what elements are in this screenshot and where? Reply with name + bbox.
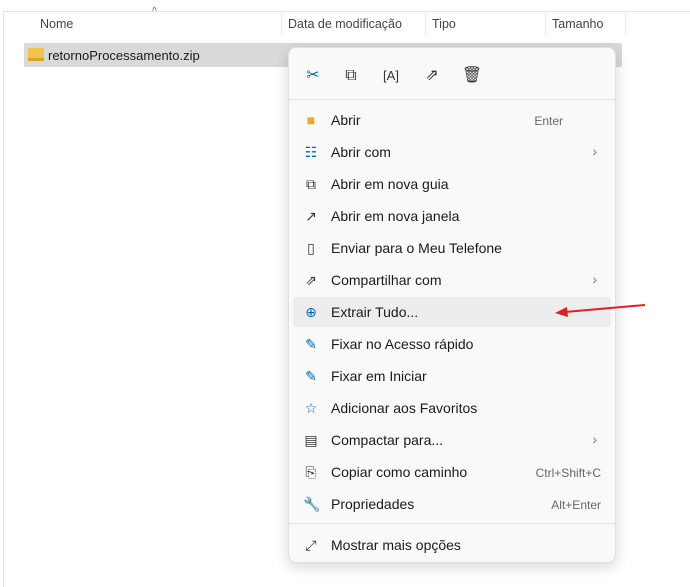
- menu-item-label: Abrir em nova guia: [331, 176, 449, 192]
- share-icon[interactable]: ⇗: [420, 64, 444, 88]
- column-header-size[interactable]: Tamanho: [546, 12, 626, 37]
- more-options-icon: ⤢: [305, 537, 317, 553]
- menu-item-nova-janela[interactable]: ↗ Abrir em nova janela: [293, 201, 611, 231]
- shortcut-label: Alt+Enter: [551, 498, 601, 512]
- cut-icon[interactable]: ✂: [301, 64, 325, 88]
- column-header-name[interactable]: Nome: [34, 12, 282, 37]
- red-arrow-annotation: [555, 304, 646, 317]
- extract-folder-icon: ⊕: [305, 304, 317, 320]
- chevron-right-icon: ›: [592, 271, 597, 287]
- menu-item-favoritos[interactable]: ☆ Adicionar aos Favoritos: [293, 393, 611, 423]
- quick-actions-bar: ✂ ⧉ [A] ⇗ 🗑: [289, 60, 615, 92]
- new-tab-icon: ⧉: [306, 176, 316, 192]
- menu-item-propriedades[interactable]: 🔧 Propriedades Alt+Enter: [293, 489, 611, 519]
- wrench-icon: 🔧: [303, 496, 321, 512]
- chevron-right-icon: ›: [592, 431, 597, 447]
- menu-item-label: Abrir em nova janela: [331, 208, 460, 224]
- menu-item-label: Adicionar aos Favoritos: [331, 400, 478, 416]
- copy-icon[interactable]: ⧉: [339, 64, 363, 88]
- zip-icon: ▤: [304, 432, 318, 448]
- share-icon: ⇗: [305, 272, 317, 288]
- menu-item-label: Abrir: [331, 112, 361, 128]
- column-label: Tamanho: [552, 17, 604, 31]
- folder-icon: ■: [306, 112, 316, 128]
- pin-icon: ✎: [305, 368, 317, 384]
- copy-path-icon: ⎘: [305, 464, 317, 480]
- menu-item-label: Compartilhar com: [331, 272, 442, 288]
- menu-item-nova-guia[interactable]: ⧉ Abrir em nova guia: [293, 169, 611, 199]
- menu-item-label: Compactar para...: [331, 432, 444, 448]
- menu-item-abrir-com[interactable]: ☷ Abrir com ›: [293, 137, 611, 167]
- file-name: retornoProcessamento.zip: [48, 48, 200, 63]
- rename-icon[interactable]: [A]: [379, 64, 403, 88]
- menu-item-compartilhar[interactable]: ⇗ Compartilhar com ›: [293, 265, 611, 295]
- menu-item-abrir[interactable]: ■ Abrir Enter: [293, 105, 611, 135]
- menu-item-label: Propriedades: [331, 496, 415, 512]
- chevron-right-icon: ›: [592, 143, 597, 159]
- menu-item-label: Mostrar mais opções: [331, 537, 461, 553]
- separator: [289, 523, 615, 524]
- menu-item-label: Enviar para o Meu Telefone: [331, 240, 502, 256]
- column-label: Nome: [40, 17, 74, 31]
- column-label: Tipo: [432, 17, 456, 31]
- pin-icon: ✎: [305, 336, 317, 352]
- menu-item-label: Abrir com: [331, 144, 391, 160]
- menu-item-label: Extrair Tudo...: [331, 304, 419, 320]
- phone-icon: ▯: [307, 240, 315, 256]
- menu-item-enviar-telefone[interactable]: ▯ Enviar para o Meu Telefone: [293, 233, 611, 263]
- zip-folder-icon: [28, 48, 44, 61]
- delete-icon[interactable]: 🗑: [460, 64, 484, 88]
- menu-item-fixar-acesso[interactable]: ✎ Fixar no Acesso rápido: [293, 329, 611, 359]
- open-new-window-icon: ↗: [305, 208, 317, 224]
- column-header-date[interactable]: Data de modificação: [282, 12, 426, 37]
- pane-border: [0, 11, 4, 587]
- menu-item-label: Copiar como caminho: [331, 464, 468, 480]
- star-icon: ☆: [304, 400, 318, 416]
- menu-item-compactar[interactable]: ▤ Compactar para... ›: [293, 425, 611, 455]
- column-label: Data de modificação: [288, 17, 402, 31]
- separator: [289, 99, 615, 100]
- shortcut-label: Enter: [534, 114, 563, 128]
- menu-item-label: Fixar em Iniciar: [331, 368, 427, 384]
- menu-item-fixar-iniciar[interactable]: ✎ Fixar em Iniciar: [293, 361, 611, 391]
- menu-item-mais-opcoes[interactable]: ⤢ Mostrar mais opções: [293, 530, 611, 560]
- open-with-icon: ☷: [304, 144, 318, 160]
- shortcut-label: Ctrl+Shift+C: [535, 466, 601, 480]
- menu-item-copiar-caminho[interactable]: ⎘ Copiar como caminho Ctrl+Shift+C: [293, 457, 611, 487]
- menu-item-label: Fixar no Acesso rápido: [331, 336, 474, 352]
- column-header-type[interactable]: Tipo: [426, 12, 546, 37]
